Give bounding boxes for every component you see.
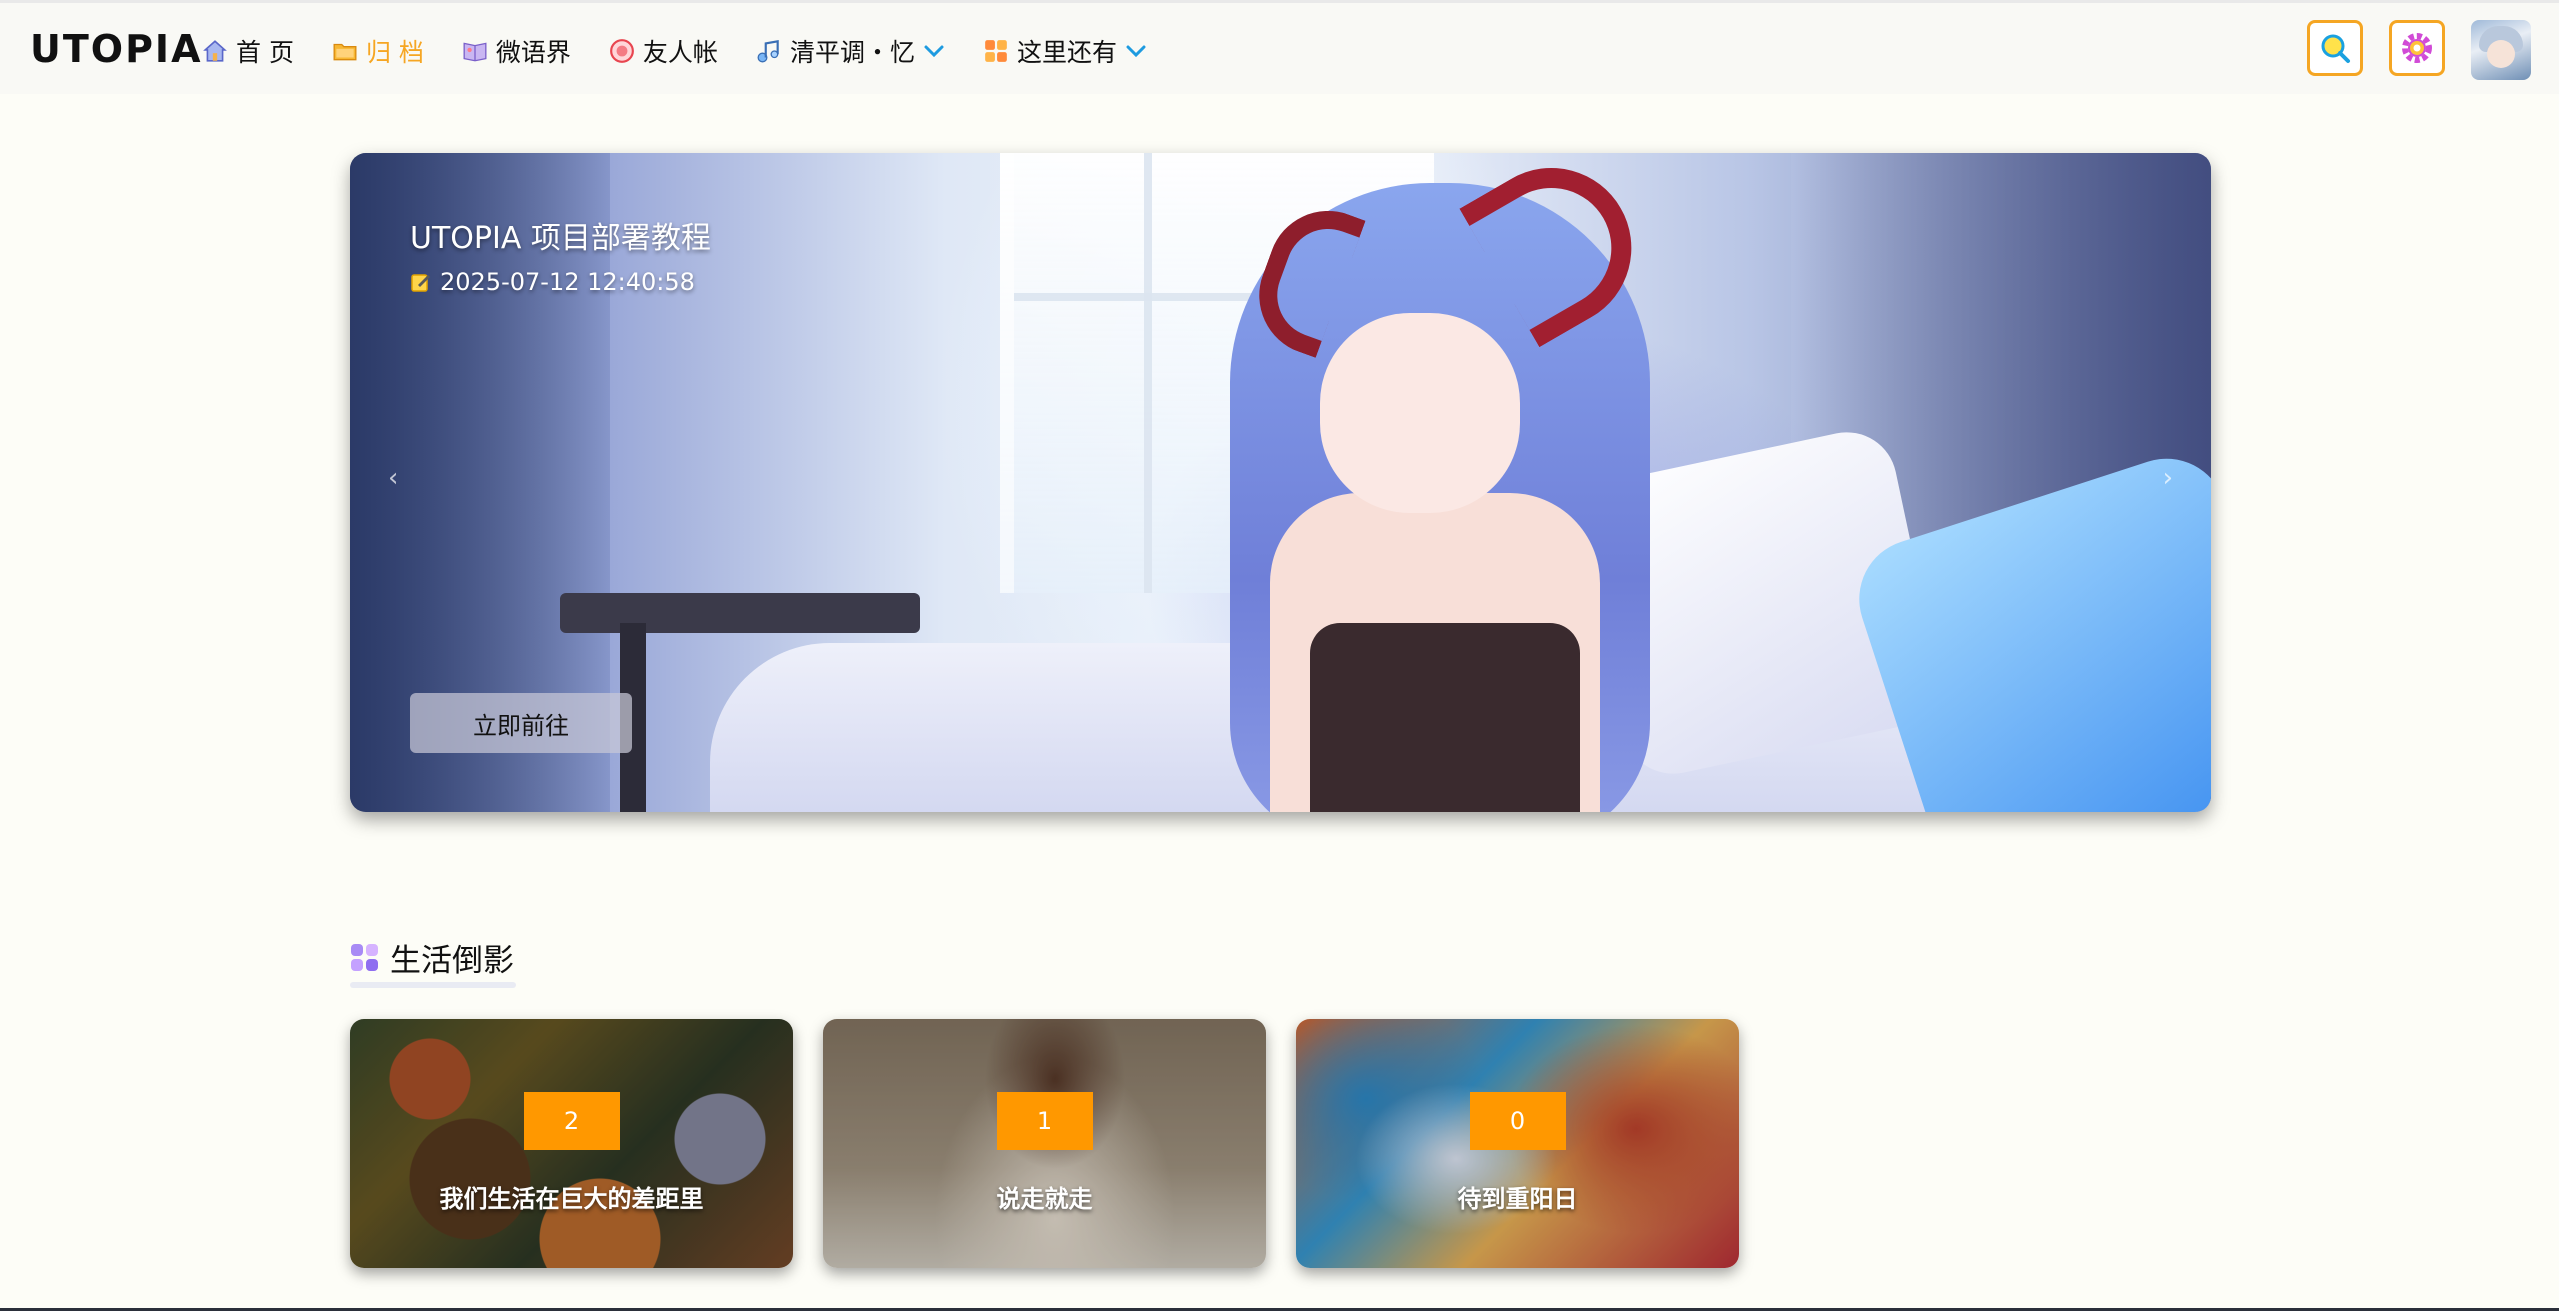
nav-item-music[interactable]: 清平调・忆 — [756, 33, 945, 69]
category-name: 我们生活在巨大的差距里 — [439, 1185, 704, 1213]
category-cards: 2 我们生活在巨大的差距里 1 说走就走 0 待到重阳日 — [350, 1019, 1739, 1268]
section-underline — [350, 982, 516, 988]
main-nav: 首 页 归 档 微语界 友人帐 清平调・忆 这里还有 — [202, 31, 1185, 71]
edit-icon — [411, 274, 430, 292]
hero-date-text: 2025-07-12 12:40:58 — [440, 268, 695, 296]
nav-item-more[interactable]: 这里还有 — [983, 33, 1147, 69]
nav-item-friends[interactable]: 友人帐 — [609, 33, 718, 69]
nav-item-home[interactable]: 首 页 — [202, 33, 294, 69]
nav-item-label: 微语界 — [495, 38, 571, 67]
nav-item-label: 这里还有 — [1016, 38, 1117, 67]
chevron-down-icon — [924, 45, 944, 58]
nav-item-microblog[interactable]: 微语界 — [462, 33, 571, 69]
site-logo[interactable]: UTOPIA — [30, 27, 202, 71]
settings-button[interactable] — [2389, 20, 2445, 76]
carousel-next-arrow[interactable]: › — [2163, 463, 2173, 493]
search-button[interactable] — [2307, 20, 2363, 76]
article-count-badge: 2 — [523, 1092, 620, 1150]
section-header: 生活倒影 — [350, 935, 514, 980]
category-card[interactable]: 2 我们生活在巨大的差距里 — [350, 1019, 793, 1268]
grid-icon — [351, 943, 378, 971]
book-icon — [463, 42, 487, 62]
hero-date: 2025-07-12 12:40:58 — [410, 268, 695, 296]
category-card[interactable]: 0 待到重阳日 — [1296, 1019, 1739, 1268]
nav-item-label: 清平调・忆 — [789, 38, 915, 67]
hero-title[interactable]: UTOPIA 项目部署教程 — [410, 213, 711, 257]
chevron-down-icon — [1126, 45, 1146, 58]
section-title: 生活倒影 — [390, 943, 514, 979]
toolbar-right — [2307, 20, 2531, 80]
top-navbar: UTOPIA 首 页 归 档 微语界 友人帐 清平调・忆 这里还有 — [0, 0, 2559, 94]
friend-badge-icon — [610, 39, 634, 63]
hero-banner[interactable]: UTOPIA 项目部署教程 2025-07-12 12:40:58 立即前往 ‹… — [350, 153, 2211, 812]
nav-item-label: 首 页 — [236, 38, 294, 67]
folder-icon — [333, 43, 357, 61]
nav-item-label: 友人帐 — [642, 38, 718, 67]
go-now-button[interactable]: 立即前往 — [410, 693, 632, 753]
category-card[interactable]: 1 说走就走 — [823, 1019, 1266, 1268]
home-icon — [203, 40, 227, 62]
gear-icon — [2402, 33, 2432, 63]
search-icon — [2321, 34, 2350, 63]
nav-item-archive[interactable]: 归 档 — [332, 33, 424, 69]
apps-icon — [985, 40, 1007, 62]
nav-item-label: 归 档 — [365, 38, 424, 67]
carousel-prev-arrow[interactable]: ‹ — [388, 463, 398, 493]
category-name: 待到重阳日 — [1457, 1185, 1578, 1213]
avatar[interactable] — [2471, 20, 2531, 80]
category-name: 说走就走 — [996, 1185, 1093, 1213]
article-count-badge: 1 — [996, 1092, 1093, 1150]
music-icon — [757, 39, 779, 63]
article-count-badge: 0 — [1469, 1092, 1566, 1150]
